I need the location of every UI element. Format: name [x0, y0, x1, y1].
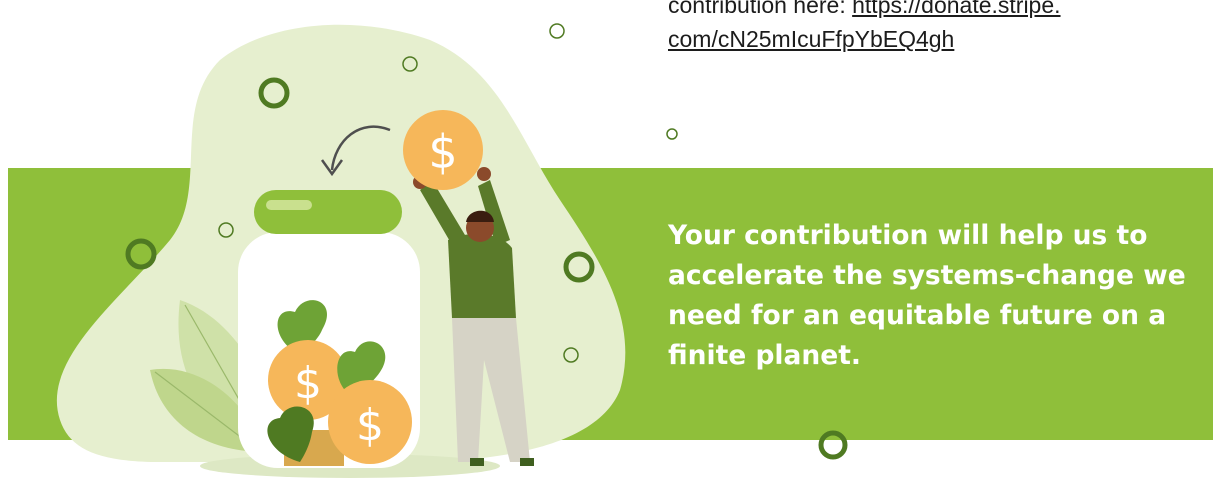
ring-icon-4: [818, 430, 848, 460]
contribution-tagline: Your contribution will help us to accele…: [668, 220, 1186, 371]
donate-link-part1[interactable]: https://donate.stripe.: [852, 0, 1060, 18]
person-hand-right: [477, 167, 491, 181]
link-prefix: contribution here:: [668, 0, 853, 18]
person-shoe-right: [520, 458, 534, 466]
coin-symbol-1: $: [294, 358, 322, 409]
small-circle-icon-2: [549, 23, 565, 39]
donation-illustration: $ $ $: [56, 23, 626, 478]
held-coin-symbol: $: [428, 125, 457, 179]
jar-lid-highlight: [266, 200, 312, 210]
donation-link-text: contribution here: https://donate.stripe…: [668, 0, 1213, 56]
small-circle-icon-5: [666, 128, 678, 140]
person-torso: [448, 233, 516, 324]
person-shoe-left: [470, 458, 484, 466]
coin-symbol-2: $: [356, 400, 384, 451]
jar-lid: [254, 190, 402, 234]
donate-link-part2[interactable]: com/cN25mIcuFfpYbEQ4gh: [668, 26, 954, 52]
ring-icon-2: [125, 238, 157, 270]
